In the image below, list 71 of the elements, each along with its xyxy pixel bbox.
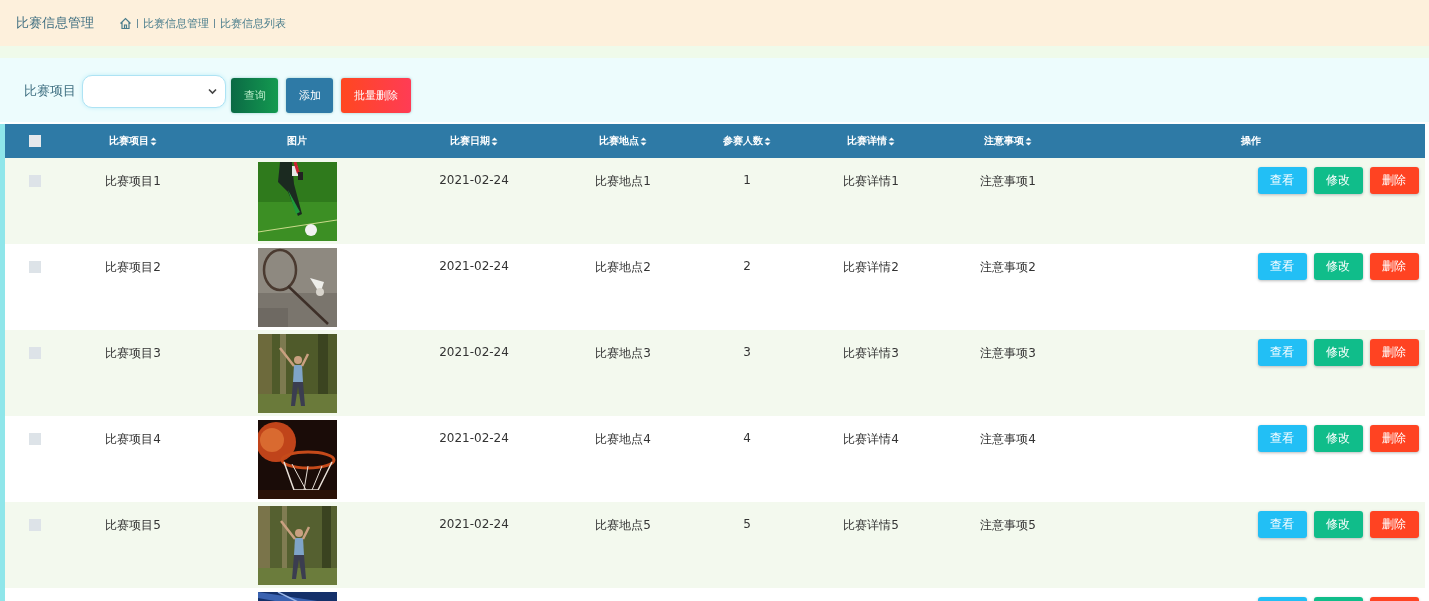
add-button[interactable]: 添加	[286, 77, 333, 113]
table-cell: 3	[743, 345, 751, 359]
view-button[interactable]: 查看	[1257, 425, 1307, 452]
view-button[interactable]: 查看	[1257, 511, 1307, 538]
table-cell: 比赛详情5	[843, 518, 899, 532]
delete-button[interactable]: 删除	[1369, 425, 1419, 452]
table-cell: 2021-02-24	[439, 259, 509, 273]
table-cell: 比赛地点4	[595, 432, 651, 446]
table-cell: 注意事项1	[980, 174, 1036, 188]
breadcrumb-link[interactable]: 比赛信息管理	[143, 15, 209, 31]
table-cell: 比赛项目5	[105, 518, 161, 532]
edit-button[interactable]: 修改	[1313, 253, 1363, 280]
row-checkbox[interactable]	[29, 260, 41, 273]
table-cell: 比赛详情1	[843, 174, 899, 188]
breadcrumb-link[interactable]: 比赛信息列表	[220, 15, 286, 31]
table-cell: 1	[743, 173, 751, 187]
edit-button[interactable]: 修改	[1313, 511, 1363, 538]
column-header[interactable]: 比赛日期	[450, 134, 490, 148]
edit-button[interactable]: 修改	[1313, 425, 1363, 452]
delete-button[interactable]: 删除	[1369, 253, 1419, 280]
table-cell: 2	[743, 259, 751, 273]
search-button[interactable]: 查询	[231, 77, 278, 113]
sort-icon[interactable]	[1025, 136, 1032, 146]
table-cell: 比赛地点2	[595, 260, 651, 274]
edit-button[interactable]: 修改	[1313, 167, 1363, 194]
sort-icon[interactable]	[150, 136, 157, 146]
table-cell: 比赛地点5	[595, 518, 651, 532]
table-cell: 2021-02-24	[439, 173, 509, 187]
column-header[interactable]: 参赛人数	[723, 134, 763, 148]
table-cell: 2021-02-24	[439, 431, 509, 445]
edit-button[interactable]: 修改	[1313, 339, 1363, 366]
table-cell: 注意事项4	[980, 432, 1036, 446]
delete-button[interactable]: 删除	[1369, 511, 1419, 538]
table-cell: 比赛详情4	[843, 432, 899, 446]
table-cell: 2021-02-24	[439, 345, 509, 359]
sort-icon[interactable]	[640, 136, 647, 146]
table-cell: 注意事项5	[980, 518, 1036, 532]
table-cell: 注意事项3	[980, 346, 1036, 360]
delete-button[interactable]: 删除	[1369, 167, 1419, 194]
view-button[interactable]: 查看	[1257, 167, 1307, 194]
view-button[interactable]: 查看	[1257, 339, 1307, 366]
table-cell: 注意事项2	[980, 260, 1036, 274]
table-cell: 比赛地点3	[595, 346, 651, 360]
table-cell: 比赛项目4	[105, 432, 161, 446]
column-header: 操作	[1241, 134, 1261, 148]
home-icon[interactable]	[119, 16, 132, 30]
delete-button[interactable]: 删除	[1369, 339, 1419, 366]
sort-icon[interactable]	[888, 136, 895, 146]
table-cell: 比赛地点1	[595, 174, 651, 188]
filter-label: 比赛项目	[24, 82, 76, 100]
select-all-checkbox[interactable]	[29, 135, 41, 147]
page-title: 比赛信息管理	[16, 14, 94, 32]
table-cell: 比赛详情3	[843, 346, 899, 360]
column-header[interactable]: 比赛详情	[847, 134, 887, 148]
table-cell: 比赛项目1	[105, 174, 161, 188]
table-cell: 2021-02-24	[439, 517, 509, 531]
column-header: 图片	[287, 134, 307, 148]
view-button[interactable]: 查看	[1257, 253, 1307, 280]
row-checkbox[interactable]	[29, 432, 41, 445]
table-cell: 比赛项目2	[105, 260, 161, 274]
sort-icon[interactable]	[491, 136, 498, 146]
column-header[interactable]: 注意事项	[984, 134, 1024, 148]
column-header[interactable]: 比赛项目	[109, 134, 149, 148]
table-cell: 4	[743, 431, 751, 445]
bulk-delete-button[interactable]: 批量删除	[341, 77, 411, 113]
caret-icon	[208, 87, 217, 95]
sort-icon[interactable]	[764, 136, 771, 146]
table-cell: 比赛详情2	[843, 260, 899, 274]
table-cell: 5	[743, 517, 751, 531]
table-cell: 比赛项目3	[105, 346, 161, 360]
column-header[interactable]: 比赛地点	[599, 134, 639, 148]
